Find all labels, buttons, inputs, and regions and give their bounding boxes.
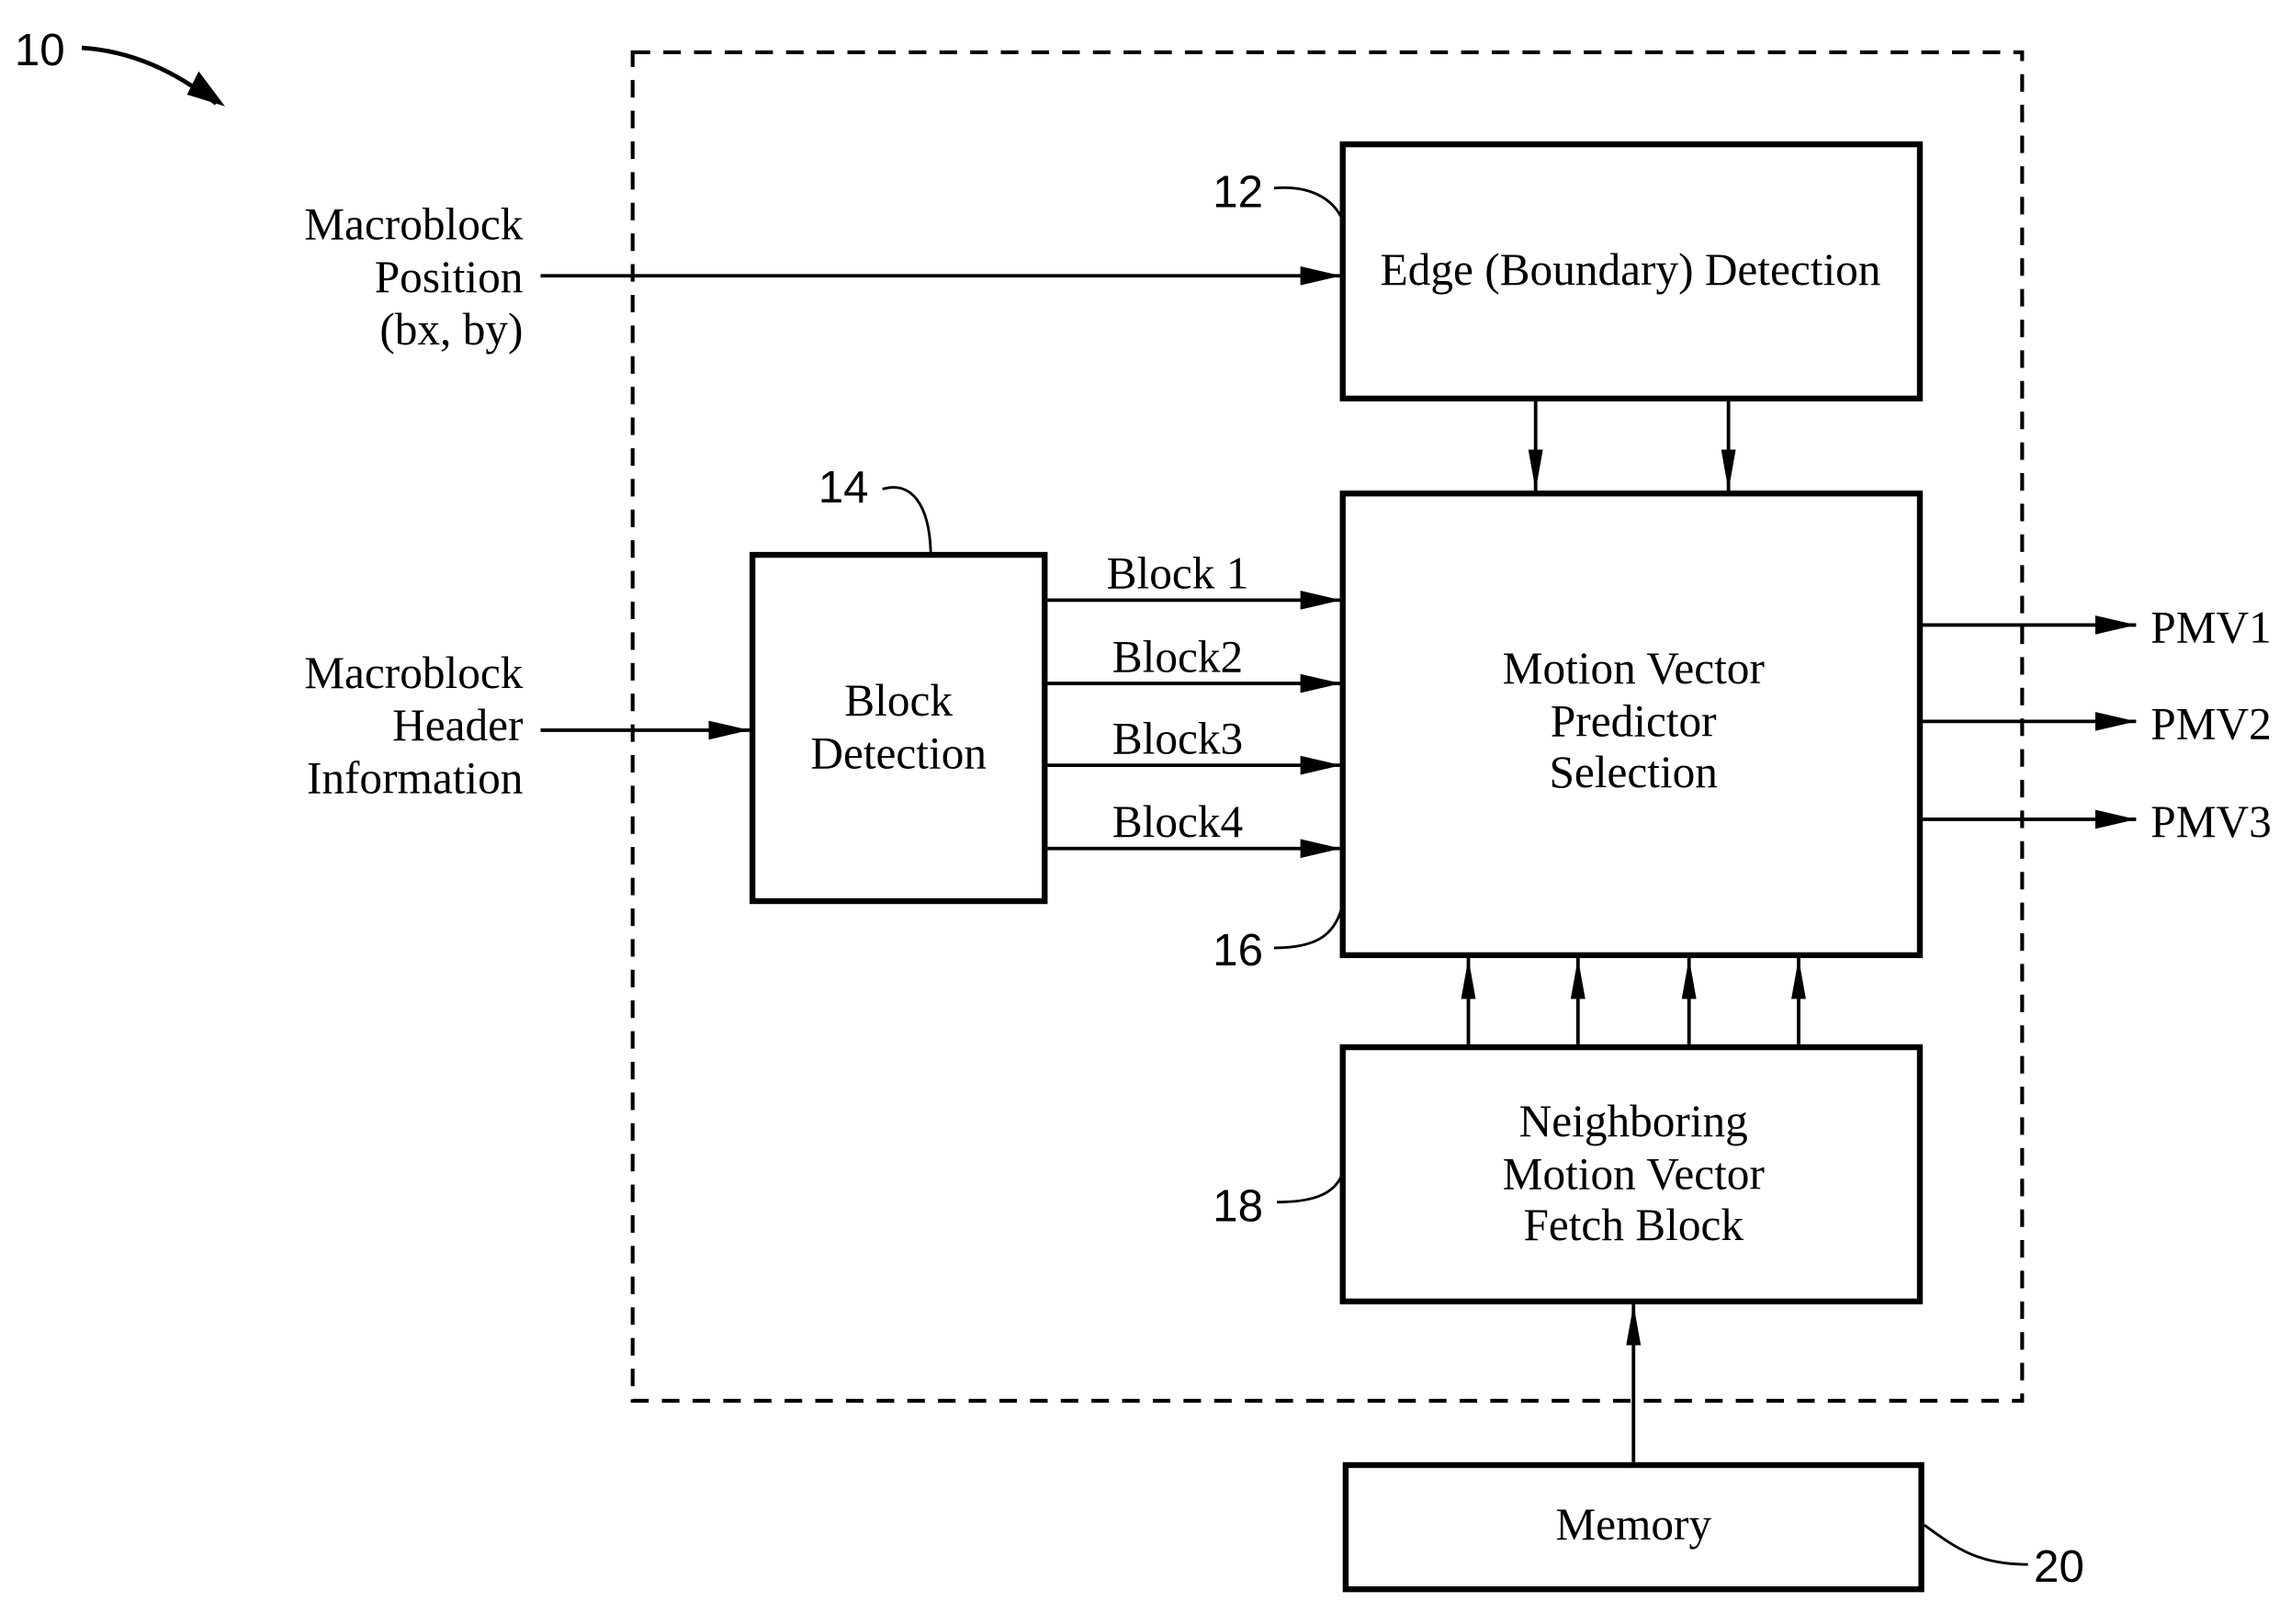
signal-block-1: Block 1: [1107, 548, 1249, 599]
input-macroblock-header: Macroblock Header Information: [304, 648, 750, 803]
block-diagram: 10 Macroblock Position (bx, by) Macroblo…: [15, 25, 2272, 1593]
nmvf-leader: [1277, 1172, 1345, 1204]
block-detection-ref: 14: [818, 462, 869, 513]
edge-detection-leader: [1273, 186, 1345, 221]
edge-detection-label: Edge (Boundary) Detection: [1381, 244, 1881, 295]
input-macroblock-position: Macroblock Position (bx, by): [304, 199, 1342, 355]
mvps-label-1: Motion Vector: [1503, 643, 1765, 694]
figure-ref-number: 10: [15, 25, 65, 75]
edge-detection-ref: 12: [1213, 167, 1263, 218]
figure-ref-arrowhead-icon: [186, 71, 225, 107]
memory-leader: [1923, 1524, 2028, 1566]
mvps-label-2: Predictor: [1551, 695, 1717, 746]
input-position-line-3: (bx, by): [379, 304, 523, 355]
block-detection-label-1: Block: [844, 675, 953, 726]
neighboring-mv-fetch-block: Neighboring Motion Vector Fetch Block 18: [1213, 958, 1924, 1305]
pmv2-label: PMV2: [2150, 698, 2272, 749]
mvps-ref: 16: [1213, 925, 1263, 976]
mvps-label-3: Selection: [1550, 747, 1718, 797]
nmvf-label-1: Neighboring: [1519, 1096, 1748, 1146]
pmv1-label: PMV1: [2150, 602, 2272, 652]
block-detection-label-2: Detection: [810, 727, 987, 778]
edge-detection-block: Edge (Boundary) Detection 12: [1213, 141, 1924, 491]
nmvf-label-2: Motion Vector: [1503, 1148, 1765, 1199]
signal-block-2: Block2: [1112, 631, 1243, 682]
memory-block: Memory 20: [1342, 1304, 2084, 1593]
input-header-line-3: Information: [307, 752, 523, 803]
memory-ref: 20: [2034, 1541, 2084, 1592]
input-header-line-1: Macroblock: [304, 648, 524, 698]
mvps-leader: [1273, 903, 1345, 950]
mv-predictor-selection-block: Motion Vector Predictor Selection 16: [1213, 491, 1924, 976]
memory-label: Memory: [1555, 1499, 1711, 1550]
input-header-line-2: Header: [392, 700, 523, 750]
figure-reference: 10: [15, 25, 225, 107]
pmv-outputs: PMV1 PMV2 PMV3: [1923, 602, 2272, 847]
nmvf-ref: 18: [1213, 1180, 1263, 1231]
input-position-line-2: Position: [375, 252, 524, 302]
block-output-signals: Block 1 Block2 Block3 Block4: [1047, 548, 1342, 859]
block-detection-leader: [882, 486, 932, 552]
signal-block-3: Block3: [1112, 713, 1243, 763]
block-detection-block: Block Detection 14: [749, 462, 1048, 905]
nmvf-label-3: Fetch Block: [1523, 1200, 1744, 1250]
input-position-line-1: Macroblock: [304, 199, 524, 250]
pmv3-label: PMV3: [2150, 796, 2272, 847]
signal-block-4: Block4: [1112, 796, 1243, 847]
